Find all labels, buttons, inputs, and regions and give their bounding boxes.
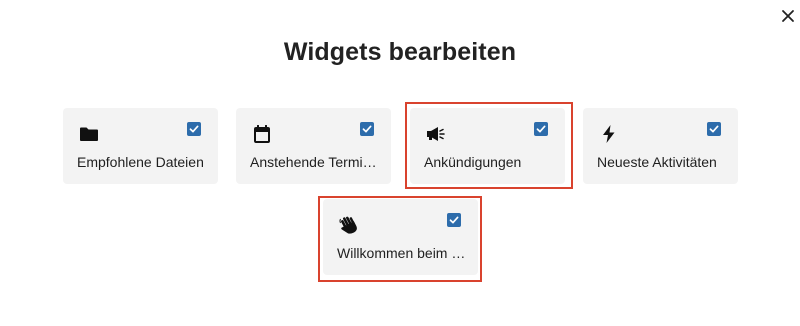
widget-label: Willkommen beim …: [337, 245, 466, 261]
waving-hand-icon: [339, 215, 359, 235]
edit-widgets-dialog: Widgets bearbeiten Empfohlene Dateien An…: [0, 0, 800, 326]
close-icon: [782, 10, 794, 22]
widget-checkbox[interactable]: [447, 213, 461, 227]
checkmark-icon: [362, 125, 372, 133]
widget-card-upcoming-events[interactable]: Anstehende Termi…: [236, 108, 391, 184]
checkmark-icon: [709, 125, 719, 133]
calendar-icon: [252, 124, 272, 144]
widget-label: Anstehende Termi…: [250, 154, 377, 170]
widget-card-recent-activities[interactable]: Neueste Aktivitäten: [583, 108, 738, 184]
megaphone-icon: [426, 124, 446, 144]
widget-checkbox[interactable]: [707, 122, 721, 136]
close-button[interactable]: [779, 7, 797, 25]
dialog-title: Widgets bearbeiten: [283, 38, 517, 66]
checkmark-icon: [449, 216, 459, 224]
folder-icon: [79, 124, 99, 144]
widget-card-announcements[interactable]: Ankündigungen: [410, 108, 565, 184]
widget-card-welcome[interactable]: Willkommen beim …: [323, 199, 478, 275]
widget-checkbox[interactable]: [360, 122, 374, 136]
widget-checkbox[interactable]: [534, 122, 548, 136]
widget-label: Ankündigungen: [424, 154, 522, 170]
widget-label: Empfohlene Dateien: [77, 154, 204, 170]
widget-label: Neueste Aktivitäten: [597, 154, 717, 170]
checkmark-icon: [536, 125, 546, 133]
checkmark-icon: [189, 125, 199, 133]
widget-card-recommended-files[interactable]: Empfohlene Dateien: [63, 108, 218, 184]
widget-checkbox[interactable]: [187, 122, 201, 136]
lightning-icon: [599, 124, 619, 144]
